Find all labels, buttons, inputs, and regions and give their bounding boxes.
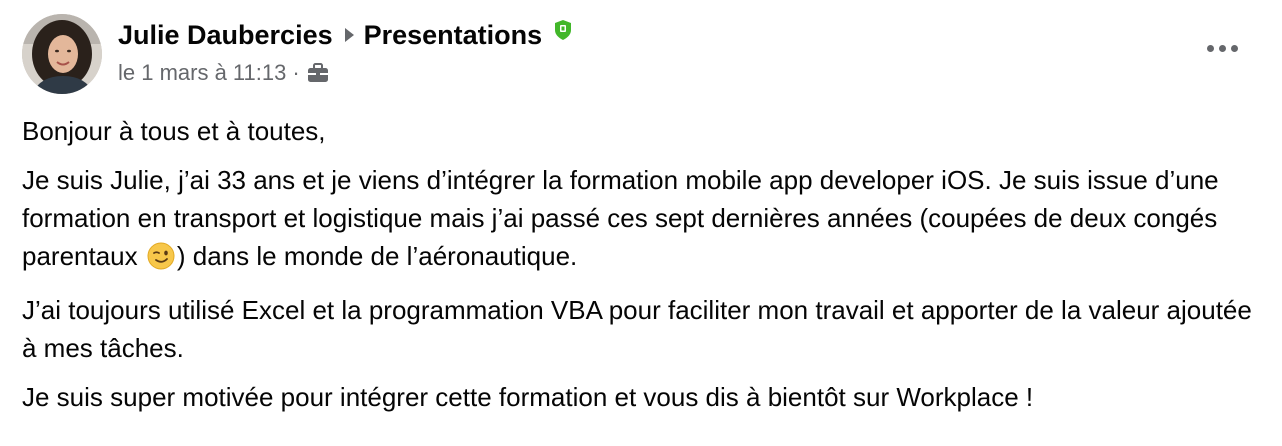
post-body: Bonjour à tous et à toutes, Je suis Juli… [22, 112, 1262, 427]
avatar[interactable] [22, 14, 102, 94]
post-paragraph-4: Je suis super motivée pour intégrer cett… [22, 382, 1034, 412]
post-paragraph-1: Bonjour à tous et à toutes, [22, 116, 326, 146]
author-name[interactable]: Julie Daubercies [118, 18, 333, 52]
shield-badge-icon [554, 15, 572, 49]
feed-post: Julie Daubercies Presentations le 1 mars… [0, 0, 1282, 446]
briefcase-icon [306, 62, 330, 84]
group-name[interactable]: Presentations [364, 18, 543, 52]
post-meta: le 1 mars à 11:13 · [118, 60, 330, 86]
more-options-dot [1230, 44, 1238, 52]
winking-face-emoji [147, 242, 175, 280]
post-paragraph-2-end: ) dans le monde de l’aéronautique. [176, 241, 578, 271]
post-header: Julie Daubercies Presentations le 1 mars… [22, 14, 1262, 96]
more-options-icon [1206, 44, 1214, 52]
post-timestamp[interactable]: le 1 mars à 11:13 [118, 60, 286, 86]
more-options-button[interactable] [1202, 36, 1242, 60]
more-options-dot [1218, 44, 1226, 52]
post-paragraph-3: J’ai toujours utilisé Excel et la progra… [22, 295, 1252, 363]
post-paragraph-2: Je suis Julie, j’ai 33 ans et je viens d… [22, 161, 1262, 280]
author-line: Julie Daubercies Presentations [118, 18, 572, 52]
meta-separator: · [292, 60, 300, 85]
triangle-right-icon [344, 28, 354, 42]
avatar-photo [22, 14, 102, 94]
